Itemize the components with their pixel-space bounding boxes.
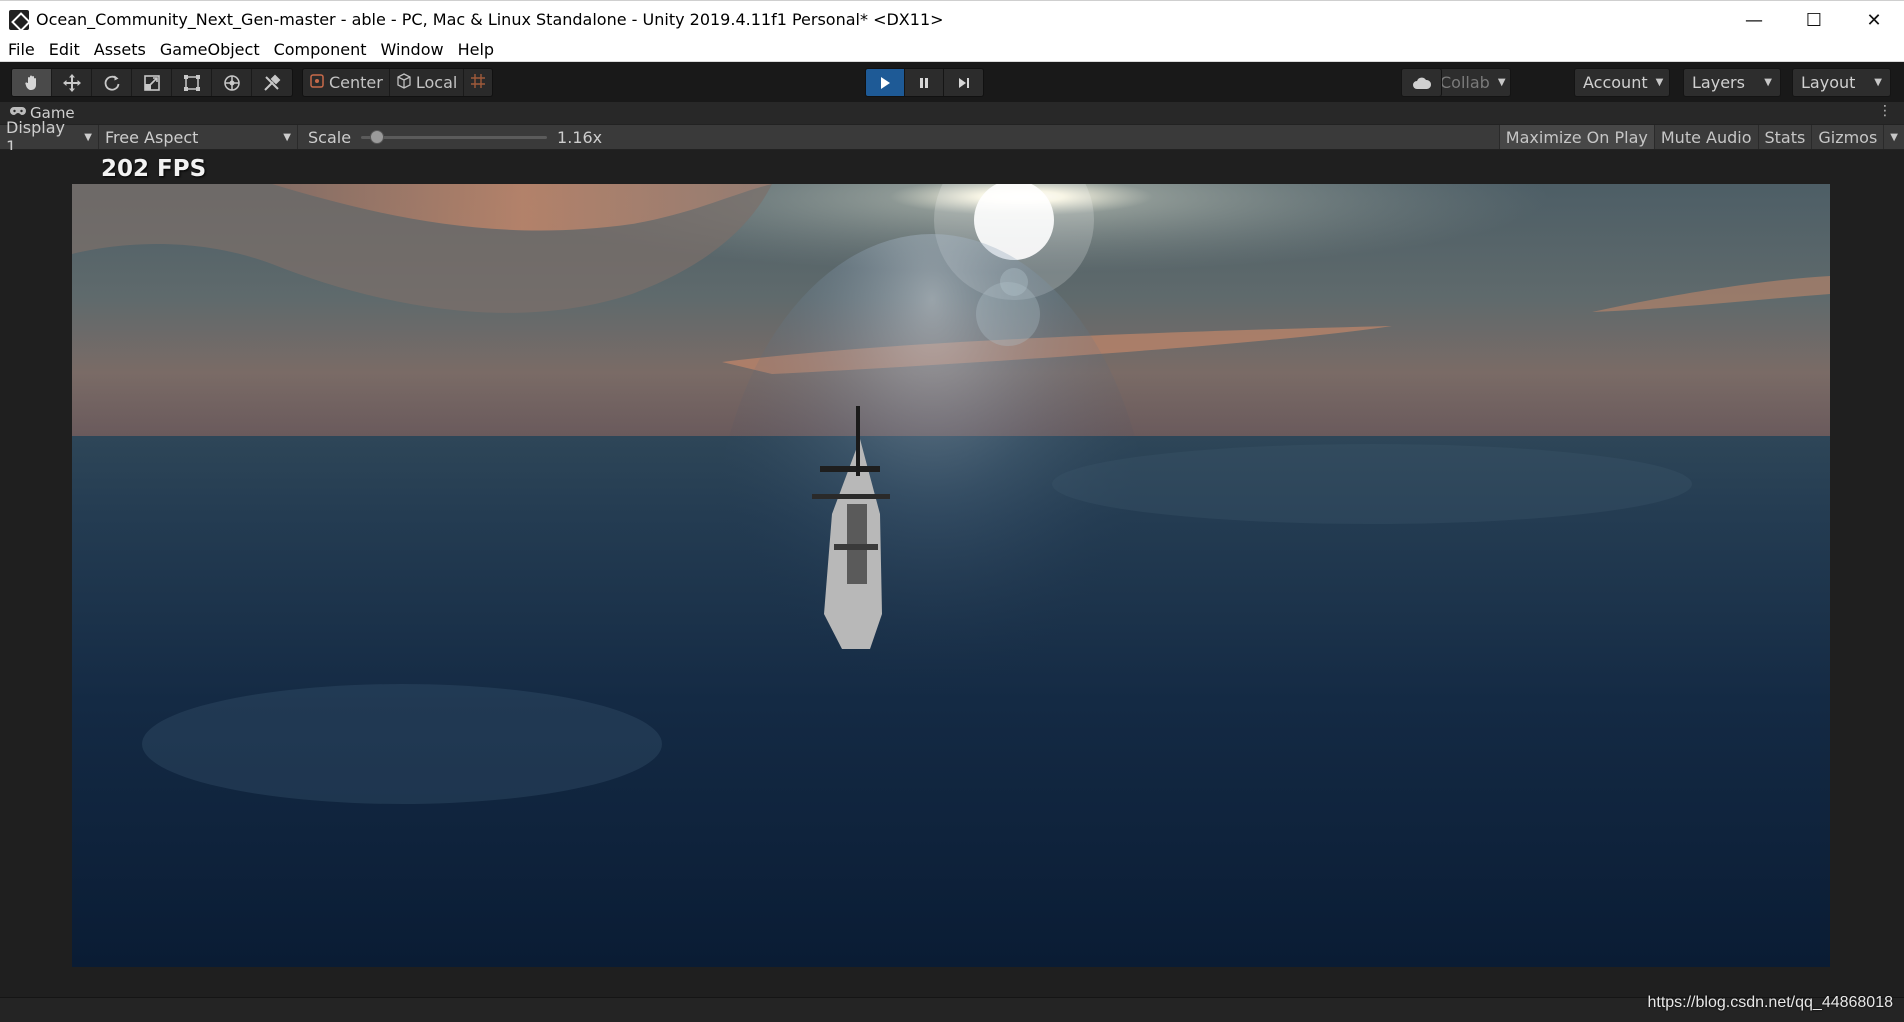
collab-label: Collab [1440, 73, 1490, 92]
menu-help[interactable]: Help [451, 38, 501, 62]
rect-tool-button[interactable] [172, 69, 212, 96]
aspect-label: Free Aspect [105, 127, 199, 147]
window-title: Ocean_Community_Next_Gen-master - able -… [36, 10, 944, 29]
pivot-local-label: Local [415, 73, 458, 92]
hand-tool-button[interactable] [12, 69, 52, 96]
scale-slider-thumb[interactable] [370, 129, 385, 144]
menu-gameobject[interactable]: GameObject [153, 38, 267, 62]
watermark-text: https://blog.csdn.net/qq_44868018 [1647, 994, 1893, 1011]
main-toolbar: Center Local Collab ▼ Account ▼ Layers ▼… [0, 62, 1904, 102]
maximize-on-play-label: Maximize On Play [1505, 127, 1648, 147]
menu-edit[interactable]: Edit [42, 38, 87, 62]
maximize-on-play-button[interactable]: Maximize On Play [1498, 125, 1654, 149]
custom-tool-icon [264, 74, 281, 91]
play-icon [881, 76, 890, 89]
rect-transform-icon [183, 74, 200, 91]
display-caret-icon: ▼ [84, 131, 92, 143]
step-button[interactable] [944, 69, 983, 96]
scale-slider[interactable] [361, 129, 548, 144]
close-button[interactable]: ✕ [1844, 1, 1904, 39]
scale-icon [143, 74, 160, 91]
close-icon: ✕ [1866, 9, 1882, 31]
rotate-icon [104, 75, 119, 91]
maximize-icon: ☐ [1805, 9, 1823, 31]
grid-snap-button[interactable] [464, 69, 492, 96]
menu-bar: File Edit Assets GameObject Component Wi… [0, 38, 1904, 62]
minimize-button[interactable]: — [1724, 1, 1784, 39]
mute-audio-label: Mute Audio [1660, 127, 1752, 147]
title-bar: Ocean_Community_Next_Gen-master - able -… [0, 0, 1904, 38]
move-tool-button[interactable] [52, 69, 92, 96]
transform-icon [223, 74, 240, 91]
ocean-scene-render [72, 184, 1830, 967]
custom-tool-button[interactable] [252, 69, 292, 96]
gizmos-dropdown[interactable]: ▼ [1883, 125, 1904, 149]
aspect-caret-icon: ▼ [283, 131, 291, 143]
status-bar [0, 997, 1904, 1022]
account-label: Account [1583, 73, 1648, 92]
scale-tool-button[interactable] [132, 69, 172, 96]
menu-component[interactable]: Component [267, 38, 374, 62]
gizmos-label: Gizmos [1818, 127, 1878, 147]
gizmos-button[interactable]: Gizmos [1811, 125, 1883, 149]
pause-button[interactable] [905, 69, 944, 96]
menu-file[interactable]: File [0, 38, 42, 62]
gizmos-caret-icon: ▼ [1890, 131, 1898, 143]
layers-caret-icon: ▼ [1764, 77, 1772, 88]
maximize-button[interactable]: ☐ [1784, 1, 1844, 39]
pivot-center-label: Center [329, 73, 383, 92]
grid-snap-icon [470, 73, 486, 93]
fps-counter: 202 FPS [101, 156, 207, 182]
account-dropdown[interactable]: Account ▼ [1574, 68, 1670, 97]
scale-value: 1.16x [557, 127, 603, 147]
step-icon [958, 77, 969, 88]
account-caret-icon: ▼ [1655, 77, 1664, 88]
layout-label: Layout [1801, 73, 1856, 92]
tab-options-icon[interactable]: ⋮ [1878, 103, 1892, 119]
menu-window[interactable]: Window [373, 38, 450, 62]
pause-icon [920, 77, 928, 88]
menu-assets[interactable]: Assets [87, 38, 153, 62]
window-controls: — ☐ ✕ [1724, 1, 1904, 39]
mute-audio-button[interactable]: Mute Audio [1653, 125, 1758, 149]
cloud-icon [1412, 77, 1431, 89]
play-button[interactable] [866, 69, 905, 96]
move-icon [62, 73, 81, 92]
stats-button[interactable]: Stats [1757, 125, 1812, 149]
stats-label: Stats [1764, 127, 1806, 147]
pivot-local-button[interactable]: Local [390, 69, 465, 96]
game-view[interactable]: 202 FPS [0, 150, 1904, 997]
layout-dropdown[interactable]: Layout ▼ [1792, 68, 1891, 97]
game-tab-bar: Game ⋮ [0, 102, 1904, 124]
rotate-tool-button[interactable] [92, 69, 132, 96]
minimize-icon: — [1745, 9, 1763, 31]
transform-tool-button[interactable] [212, 69, 252, 96]
display-dropdown[interactable]: Display 1 ▼ [0, 118, 99, 156]
layers-dropdown[interactable]: Layers ▼ [1683, 68, 1781, 97]
pivot-center-button[interactable]: Center [303, 69, 390, 96]
cloud-button[interactable] [1401, 68, 1442, 97]
transform-tools [11, 68, 293, 97]
play-controls [865, 68, 984, 97]
layers-label: Layers [1692, 73, 1745, 92]
pivot-tools: Center Local [302, 68, 494, 97]
local-cube-icon [396, 72, 412, 93]
layout-caret-icon: ▼ [1874, 77, 1882, 88]
pivot-center-icon [309, 73, 325, 93]
game-toolbar: Display 1 ▼ Free Aspect ▼ Scale 1.16x Ma… [0, 118, 1904, 156]
aspect-dropdown[interactable]: Free Aspect ▼ [99, 125, 298, 149]
collab-caret-icon: ▼ [1497, 77, 1506, 88]
unity-logo-icon [9, 9, 29, 30]
scale-label: Scale [308, 127, 352, 147]
game-toolbar-right: Maximize On Play Mute Audio Stats Gizmos… [1498, 125, 1904, 149]
hand-icon [24, 75, 36, 90]
